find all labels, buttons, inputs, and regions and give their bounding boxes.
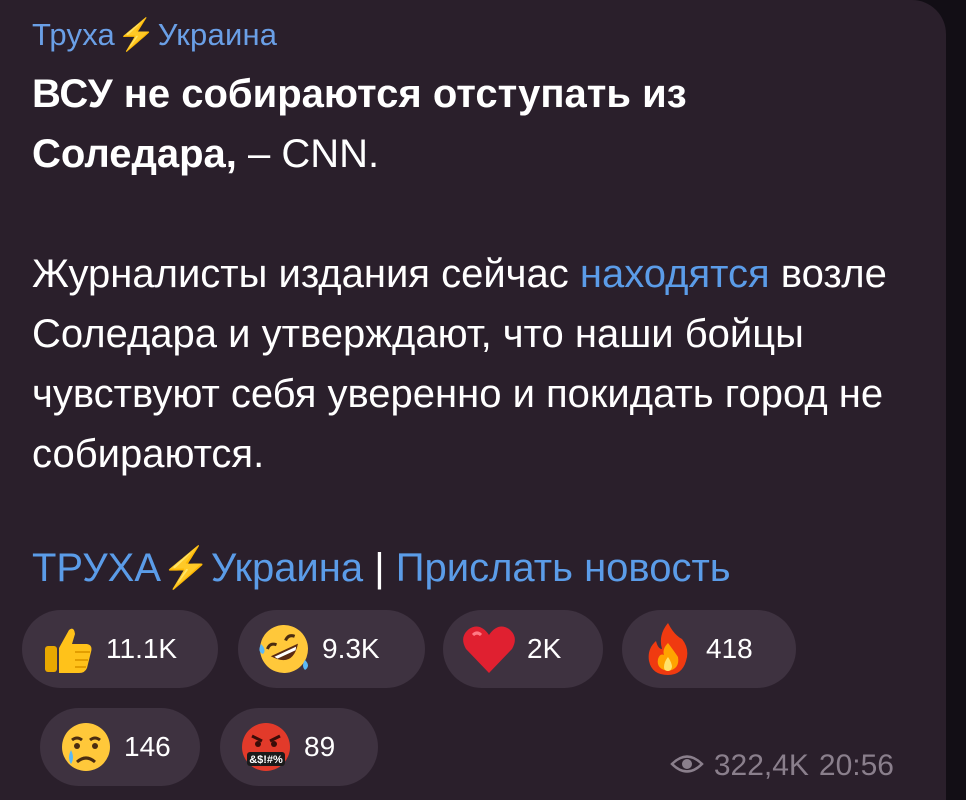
heart-icon [461, 621, 517, 677]
reaction-heart[interactable]: 2K [443, 610, 603, 688]
view-count: 322,4K [713, 749, 809, 782]
footer-separator: | [363, 546, 396, 590]
message-time: 20:56 [818, 749, 894, 782]
footer-links: ТРУХА⚡Украина | Прислать новость [32, 538, 731, 598]
rofl-icon [256, 621, 312, 677]
channel-name-part1: Труха [32, 17, 115, 52]
cursing-face-icon: &$!#% [238, 719, 294, 775]
reaction-count: 2K [527, 633, 562, 664]
channel-name[interactable]: Труха⚡Украина [32, 16, 277, 53]
reaction-cursing[interactable]: &$!#% 89 [220, 708, 378, 786]
thumbs-up-icon [40, 621, 96, 677]
reaction-count: 418 [706, 633, 753, 664]
reaction-count: 11.1K [106, 633, 178, 664]
channel-link-part2: Украина [210, 546, 364, 590]
message-headline: ВСУ не собираются отступать из Соледара,… [32, 64, 872, 184]
body-text-part1: Журналисты издания сейчас [32, 252, 580, 296]
channel-link[interactable]: ТРУХА⚡Украина [32, 546, 363, 590]
message-bubble: Труха⚡Украина ВСУ не собираются отступат… [0, 0, 946, 800]
channel-name-part2: Украина [157, 17, 278, 52]
headline-source: – CNN. [236, 132, 380, 176]
reaction-rofl[interactable]: 9.3K [238, 610, 425, 688]
reaction-count: 146 [124, 731, 171, 762]
send-news-link[interactable]: Прислать новость [396, 546, 731, 590]
reaction-fire[interactable]: 418 [622, 610, 796, 688]
reaction-crying[interactable]: 146 [40, 708, 200, 786]
svg-text:&$!#%: &$!#% [249, 754, 283, 766]
lightning-icon: ⚡ [161, 546, 211, 590]
crying-face-icon [58, 719, 114, 775]
lightning-icon: ⚡ [116, 17, 156, 52]
message-meta: 322,4K 20:56 [670, 749, 894, 783]
message-body: Журналисты издания сейчас находятся возл… [32, 244, 922, 484]
body-link[interactable]: находятся [580, 252, 770, 296]
reaction-count: 9.3K [322, 633, 380, 664]
reaction-thumbs-up[interactable]: 11.1K [22, 610, 218, 688]
fire-icon [640, 621, 696, 677]
channel-link-part1: ТРУХА [32, 546, 162, 590]
reaction-count: 89 [304, 731, 336, 762]
eye-icon [670, 749, 704, 783]
